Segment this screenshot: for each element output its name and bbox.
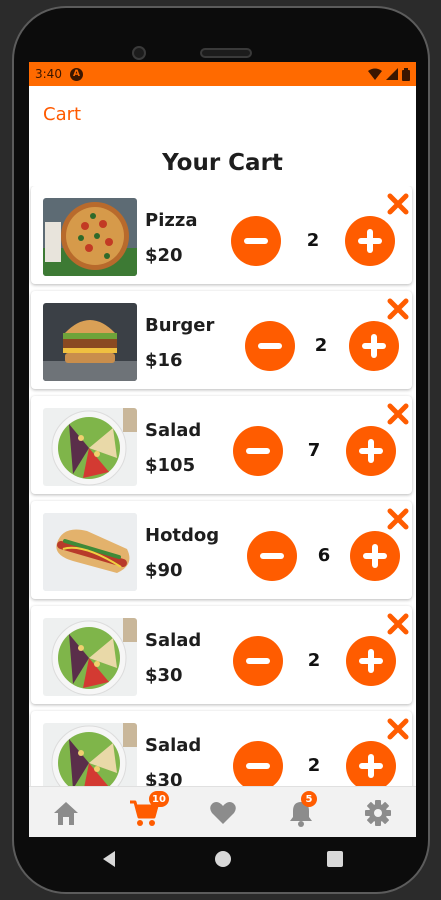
recents-icon [327,851,343,867]
nav-notifications[interactable]: 5 [287,791,317,827]
decrease-quantity-button[interactable] [245,321,295,371]
remove-item-button[interactable] [386,297,410,321]
bottom-nav: 10 5 [29,786,416,837]
remove-item-button[interactable] [386,192,410,216]
plus-icon [359,439,383,463]
status-bar: 3:40 A [29,62,416,86]
back-button[interactable] [101,850,117,872]
minus-icon [246,658,270,664]
increase-quantity-button[interactable] [349,321,399,371]
cart-list[interactable]: Pizza $20 2 Burger $16 2 Salad $105 7 Ho… [29,186,416,786]
item-quantity: 2 [306,230,320,251]
nav-cart[interactable]: 10 [129,791,169,827]
minus-icon [258,343,282,349]
front-camera [132,46,146,60]
plus-icon [359,649,383,673]
close-icon [387,298,409,320]
close-icon [387,193,409,215]
wifi-icon [368,68,382,80]
increase-quantity-button[interactable] [346,741,396,786]
increase-quantity-button[interactable] [345,216,395,266]
close-icon [387,403,409,425]
increase-quantity-button[interactable] [346,426,396,476]
decrease-quantity-button[interactable] [231,216,281,266]
cart-item-card: Salad $105 7 [31,396,412,494]
close-icon [387,613,409,635]
app-notification-icon: A [69,67,83,81]
app-screen: 3:40 A Cart Your Cart Pizza $20 2 Burger… [29,62,416,837]
cart-item-card: Hotdog $90 6 [31,501,412,599]
item-price: $30 [145,665,183,686]
item-name: Salad [145,630,202,651]
increase-quantity-button[interactable] [350,531,400,581]
nav-settings[interactable] [364,799,392,827]
settings-icon [365,800,391,826]
remove-item-button[interactable] [386,717,410,741]
item-name: Hotdog [145,525,220,546]
item-quantity: 6 [317,545,331,566]
increase-quantity-button[interactable] [346,636,396,686]
decrease-quantity-button[interactable] [233,636,283,686]
notifications-badge: 5 [301,791,317,807]
item-quantity: 2 [307,650,321,671]
signal-icon [386,68,398,80]
nav-favorites[interactable] [209,799,237,827]
home-button[interactable] [214,850,232,872]
cart-item-card: Salad $30 2 [31,711,412,786]
home-icon [54,802,78,825]
close-icon [387,508,409,530]
decrease-quantity-button[interactable] [233,741,283,786]
decrease-quantity-button[interactable] [233,426,283,476]
back-icon [103,851,115,867]
cart-item-card: Pizza $20 2 [31,186,412,284]
item-name: Salad [145,735,202,756]
earpiece-speaker [200,48,252,58]
home-circle-icon [215,851,231,867]
page-title: Your Cart [162,150,283,176]
cart-item-card: Salad $30 2 [31,606,412,704]
item-price: $16 [145,350,183,371]
salad-image [43,618,137,696]
plus-icon [358,229,382,253]
minus-icon [260,553,284,559]
salad-image [43,723,137,786]
status-time: 3:40 [35,67,62,81]
item-price: $20 [145,245,183,266]
pizza-image [43,198,137,276]
remove-item-button[interactable] [386,402,410,426]
plus-icon [359,754,383,778]
close-icon [387,718,409,740]
remove-item-button[interactable] [386,507,410,531]
cart-badge: 10 [149,791,169,807]
salad-image [43,408,137,486]
remove-item-button[interactable] [386,612,410,636]
heart-icon [210,802,236,824]
decrease-quantity-button[interactable] [247,531,297,581]
battery-icon [402,67,410,81]
recents-button[interactable] [327,851,343,871]
minus-icon [246,763,270,769]
hotdog-image [43,513,137,591]
system-nav-bar [29,840,416,880]
item-quantity: 2 [314,335,328,356]
plus-icon [363,544,387,568]
item-quantity: 2 [307,755,321,776]
item-price: $90 [145,560,183,581]
item-price: $30 [145,770,183,786]
item-name: Pizza [145,210,198,231]
plus-icon [362,334,386,358]
nav-home[interactable] [52,799,80,827]
cart-item-card: Burger $16 2 [31,291,412,389]
minus-icon [244,238,268,244]
item-name: Burger [145,315,215,336]
item-quantity: 7 [307,440,321,461]
appbar-title: Cart [43,104,82,125]
item-price: $105 [145,455,196,476]
item-name: Salad [145,420,202,441]
minus-icon [246,448,270,454]
burger-image [43,303,137,381]
